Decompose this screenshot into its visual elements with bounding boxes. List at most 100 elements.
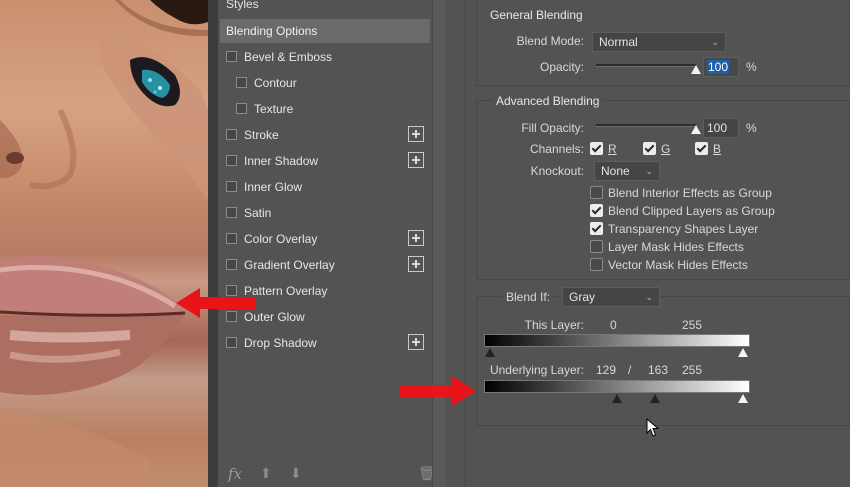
add-effect-plus-icon[interactable] xyxy=(408,256,424,272)
mouse-cursor-icon xyxy=(646,418,660,437)
underlying-black-high-value: 163 xyxy=(648,363,669,377)
underlying-white-slider[interactable] xyxy=(738,394,748,403)
move-down-icon[interactable]: ⬇ xyxy=(290,465,302,482)
option-label-1: Blend Clipped Layers as Group xyxy=(608,204,775,218)
fill-opacity-label: Fill Opacity: xyxy=(521,121,584,135)
option-checkbox-1[interactable] xyxy=(590,204,603,217)
add-effect-plus-icon[interactable] xyxy=(408,334,424,350)
channel-g-label: G xyxy=(661,142,671,156)
option-checkbox-4[interactable] xyxy=(590,258,603,271)
style-item-checkbox[interactable] xyxy=(226,207,237,218)
styles-header: Styles xyxy=(226,0,259,11)
style-item-label: Satin xyxy=(244,206,272,220)
style-item-label: Contour xyxy=(254,76,297,90)
this-layer-white-slider[interactable] xyxy=(738,348,748,357)
this-layer-black-slider[interactable] xyxy=(485,348,495,357)
style-item-label: Drop Shadow xyxy=(244,336,317,350)
photo-frame-edge xyxy=(208,0,218,487)
blend-mode-dropdown[interactable]: Normal ⌄ xyxy=(592,32,726,52)
style-item-satin[interactable]: Satin xyxy=(218,201,430,225)
blend-mode-value: Normal xyxy=(599,35,638,49)
add-effect-plus-icon[interactable] xyxy=(408,126,424,142)
style-item-checkbox[interactable] xyxy=(226,259,237,270)
opacity-slider-thumb[interactable] xyxy=(691,65,701,74)
add-effect-plus-icon[interactable] xyxy=(408,230,424,246)
chevron-down-icon: ⌄ xyxy=(645,166,653,176)
style-item-checkbox[interactable] xyxy=(226,155,237,166)
style-item-checkbox[interactable] xyxy=(226,129,237,140)
chevron-down-icon: ⌄ xyxy=(711,37,719,47)
add-effect-plus-icon[interactable] xyxy=(408,152,424,168)
style-item-inner-glow[interactable]: Inner Glow xyxy=(218,175,430,199)
option-checkbox-0[interactable] xyxy=(590,186,603,199)
style-item-label: Blending Options xyxy=(226,24,318,38)
blend-if-dropdown[interactable]: Gray ⌄ xyxy=(562,287,660,307)
styles-scrollbar[interactable] xyxy=(432,0,446,487)
opacity-value: 100 xyxy=(707,60,730,74)
underlying-separator: / xyxy=(628,363,632,377)
style-item-checkbox[interactable] xyxy=(226,233,237,244)
style-item-inner-shadow[interactable]: Inner Shadow xyxy=(218,149,430,173)
styles-footer: fx ⬆ ⬇ 🗑 xyxy=(218,459,436,487)
underlying-black-low-slider[interactable] xyxy=(612,394,622,403)
underlying-layer-gradient xyxy=(484,380,750,393)
knockout-label: Knockout: xyxy=(530,164,584,178)
style-item-checkbox[interactable] xyxy=(226,337,237,348)
blend-if-label: Blend If: xyxy=(502,290,555,304)
this-layer-white-value: 255 xyxy=(682,318,703,332)
style-item-label: Inner Glow xyxy=(244,180,303,194)
general-blending-title: General Blending xyxy=(486,8,587,22)
channel-b-label: B xyxy=(713,142,722,156)
style-item-bevel-emboss[interactable]: Bevel & Emboss xyxy=(218,45,430,69)
move-up-icon[interactable]: ⬆ xyxy=(260,465,272,482)
channel-g-checkbox[interactable] xyxy=(643,142,656,155)
fx-icon[interactable]: fx xyxy=(228,465,242,483)
panel-divider xyxy=(446,0,466,487)
opacity-unit: % xyxy=(746,60,757,74)
underlying-black-low-value: 129 xyxy=(596,363,617,377)
fill-opacity-slider-thumb[interactable] xyxy=(691,125,701,134)
blending-options-pane: General Blending Blend Mode: Normal ⌄ Op… xyxy=(466,0,850,487)
red-arrow-right-icon xyxy=(400,376,476,406)
style-item-label: Gradient Overlay xyxy=(244,258,335,272)
red-arrow-left-icon xyxy=(176,288,256,318)
style-item-blending-options[interactable]: Blending Options xyxy=(220,19,430,43)
knockout-value: None xyxy=(601,164,630,178)
style-item-gradient-overlay[interactable]: Gradient Overlay xyxy=(218,253,430,277)
opacity-input[interactable]: 100 xyxy=(703,57,739,77)
style-item-stroke[interactable]: Stroke xyxy=(218,123,430,147)
style-item-texture[interactable]: Texture xyxy=(218,97,430,121)
this-layer-label: This Layer: xyxy=(524,318,584,332)
option-checkbox-3[interactable] xyxy=(590,240,603,253)
channels-label: Channels: xyxy=(529,142,584,156)
style-item-color-overlay[interactable]: Color Overlay xyxy=(218,227,430,251)
knockout-dropdown[interactable]: None ⌄ xyxy=(594,161,660,181)
style-item-label: Inner Shadow xyxy=(244,154,319,168)
style-item-checkbox[interactable] xyxy=(226,181,237,192)
opacity-slider[interactable] xyxy=(596,64,696,67)
styles-panel: Styles Blending Options Bevel & Emboss Con… xyxy=(218,0,436,487)
style-item-contour[interactable]: Contour xyxy=(218,71,430,95)
option-label-2: Transparency Shapes Layer xyxy=(608,222,759,236)
style-item-checkbox[interactable] xyxy=(236,103,247,114)
chevron-down-icon: ⌄ xyxy=(645,292,653,302)
this-layer-black-value: 0 xyxy=(610,318,617,332)
opacity-label: Opacity: xyxy=(539,60,584,74)
underlying-black-high-slider[interactable] xyxy=(650,394,660,403)
fill-opacity-unit: % xyxy=(746,121,757,135)
style-item-checkbox[interactable] xyxy=(236,77,247,88)
style-item-checkbox[interactable] xyxy=(226,51,237,62)
style-item-label: Texture xyxy=(254,102,294,116)
underlying-white-value: 255 xyxy=(682,363,703,377)
advanced-blending-title: Advanced Blending xyxy=(492,94,604,108)
underlying-layer-label: Underlying Layer: xyxy=(489,363,584,377)
style-item-drop-shadow[interactable]: Drop Shadow xyxy=(218,331,430,355)
channel-r-checkbox[interactable] xyxy=(590,142,603,155)
option-label-3: Layer Mask Hides Effects xyxy=(608,240,744,254)
fill-opacity-slider[interactable] xyxy=(596,124,696,127)
option-checkbox-2[interactable] xyxy=(590,222,603,235)
channel-b-checkbox[interactable] xyxy=(695,142,708,155)
channel-r-label: R xyxy=(608,142,617,156)
fill-opacity-input[interactable]: 100 xyxy=(703,118,739,138)
option-label-4: Vector Mask Hides Effects xyxy=(608,258,748,272)
